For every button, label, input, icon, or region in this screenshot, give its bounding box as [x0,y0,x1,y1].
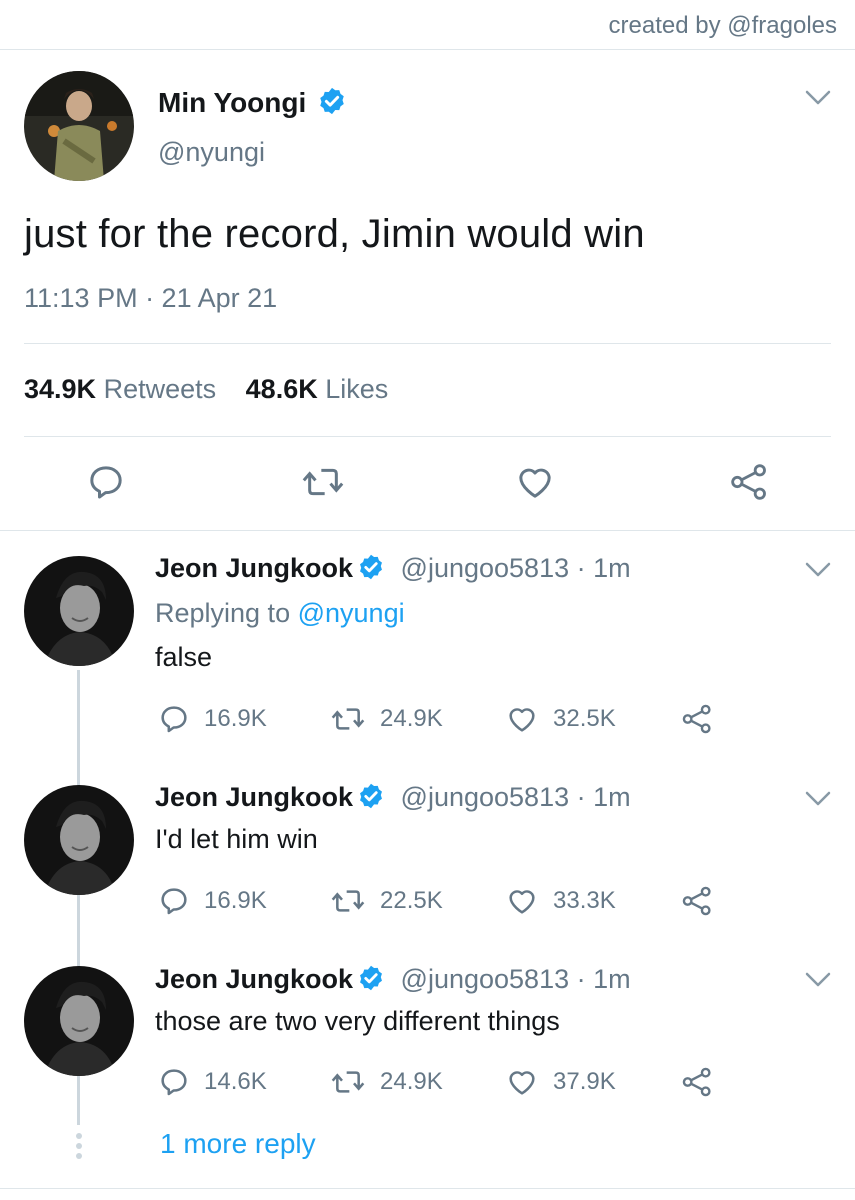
reply-text: those are two very different things [155,1006,560,1036]
verified-badge-icon [317,86,347,121]
reply-header: Jeon Jungkook @jungoo5813 · 1m [155,553,631,588]
divider [0,530,855,531]
reply-time: · 1m [576,964,631,994]
share-icon [682,704,711,734]
share-button[interactable] [680,703,728,735]
verified-badge-icon [357,964,385,999]
author-name-row: Min Yoongi [158,86,347,121]
retweet-icon [331,708,365,730]
replying-to-label: Replying to [155,598,291,628]
reply-author-name[interactable]: Jeon Jungkook [155,964,353,994]
reply-count: 16.9K [204,705,267,732]
like-count: 32.5K [553,705,616,732]
likes-count: 48.6K [245,374,318,404]
like-button[interactable]: 32.5K [505,703,616,735]
reply-header: Jeon Jungkook @jungoo5813 · 1m [155,782,631,817]
divider [24,436,831,437]
like-button[interactable]: 33.3K [505,885,616,917]
reply-avatar[interactable] [24,556,134,666]
chevron-down-icon[interactable] [805,562,831,583]
author-name[interactable]: Min Yoongi [158,87,306,118]
verified-badge-icon [357,553,385,588]
tweet-text: just for the record, Jimin would win [24,212,645,256]
retweets-count: 34.9K [24,374,97,404]
retweet-button[interactable]: 24.9K [330,703,443,735]
reply-author-handle[interactable]: @jungoo5813 [401,782,570,812]
share-icon [682,1067,711,1097]
reply-button[interactable]: 16.9K [158,885,267,917]
retweet-button[interactable]: 24.9K [330,1066,443,1098]
like-icon [509,708,535,732]
reply-button[interactable]: 16.9K [158,703,267,735]
like-icon[interactable] [515,462,555,507]
replying-to-mention[interactable]: @nyungi [298,598,405,628]
verified-badge-icon [357,782,385,817]
author-handle[interactable]: @nyungi [158,137,265,168]
reply-text: I'd let him win [155,824,318,854]
likes-label: Likes [325,374,389,404]
reply-icon [161,706,187,733]
like-button[interactable]: 37.9K [505,1066,616,1098]
share-icon [682,886,711,916]
retweets-label: Retweets [103,374,217,404]
reply-header: Jeon Jungkook @jungoo5813 · 1m [155,964,631,999]
chevron-down-icon[interactable] [805,791,831,812]
reply-author-handle[interactable]: @jungoo5813 [401,553,570,583]
retweets-stat[interactable]: 34.9K Retweets [24,374,216,404]
chevron-down-icon[interactable] [805,972,831,993]
reply-button[interactable]: 14.6K [158,1066,267,1098]
reply-time: · 1m [576,782,631,812]
reply-count: 16.9K [204,887,267,914]
likes-stat[interactable]: 48.6K Likes [246,374,389,404]
bottom-divider [0,1188,855,1189]
creator-credit: created by @fragoles [608,12,837,39]
like-icon [509,1071,535,1095]
reply-avatar[interactable] [24,785,134,895]
tweet-stats: 34.9K Retweets 48.6K Likes [24,374,388,405]
divider [24,343,831,344]
author-avatar[interactable] [24,71,134,181]
reply-author-handle[interactable]: @jungoo5813 [401,964,570,994]
share-button[interactable] [680,885,728,917]
more-replies-link[interactable]: 1 more reply [160,1128,316,1160]
reply-count: 14.6K [204,1068,267,1095]
reply-icon[interactable] [86,462,126,507]
retweet-count: 24.9K [380,1068,443,1095]
retweet-icon[interactable] [301,462,345,507]
top-divider [0,49,855,50]
chevron-down-icon[interactable] [805,90,831,111]
retweet-icon [331,890,365,912]
reply-time: · 1m [576,553,631,583]
more-dots-icon [74,1132,84,1167]
reply-author-name[interactable]: Jeon Jungkook [155,782,353,812]
like-icon [509,890,535,914]
share-icon[interactable] [728,462,770,507]
reply-icon [161,1069,187,1096]
replying-to: Replying to @nyungi [155,598,405,629]
reply-author-name[interactable]: Jeon Jungkook [155,553,353,583]
like-count: 37.9K [553,1068,616,1095]
share-button[interactable] [680,1066,728,1098]
reply-text: false [155,642,213,672]
reply-icon [161,888,187,915]
reply-avatar[interactable] [24,966,134,1076]
retweet-count: 22.5K [380,887,443,914]
tweet-timestamp[interactable]: 11:13 PM · 21 Apr 21 [24,283,277,314]
retweet-count: 24.9K [380,705,443,732]
retweet-button[interactable]: 22.5K [330,885,443,917]
like-count: 33.3K [553,887,616,914]
retweet-icon [331,1071,365,1093]
